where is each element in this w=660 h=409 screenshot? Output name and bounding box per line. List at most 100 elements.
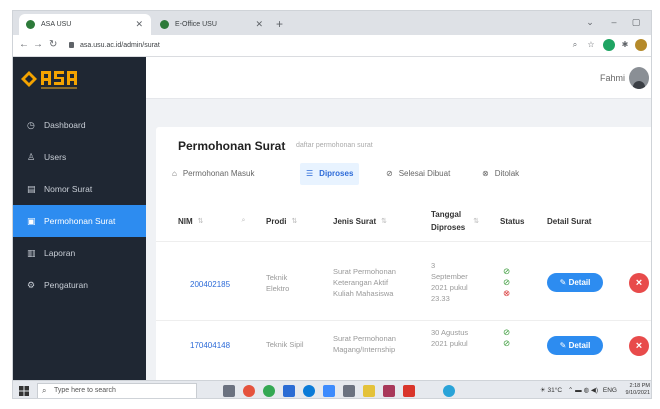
app-icon[interactable] — [443, 385, 455, 397]
edge-icon[interactable] — [303, 385, 315, 397]
browser-window: ASA USU ✕ E-Office USU ✕ + ⌄ – ▢ ← → ↻ a… — [12, 10, 652, 399]
app-icon[interactable] — [323, 385, 335, 397]
reload-icon[interactable]: ↻ — [49, 39, 57, 50]
column-nim[interactable]: NIM ⇅ ⌕ — [178, 201, 258, 241]
process-icon: ☰ — [306, 169, 314, 178]
taskbar: ⌕ Type here to search ☀ 31°C ⌃ ▬ ◍ ◀) ENG… — [13, 380, 651, 398]
sidebar-item-permohonan-surat[interactable]: ▣ Permohonan Surat — [13, 205, 146, 237]
table-row: 200402185 Teknik Elektro Surat Permohona… — [156, 242, 651, 320]
windows-start-icon[interactable] — [19, 386, 29, 396]
delete-button[interactable]: × — [629, 336, 649, 356]
list-icon: ▤ — [27, 184, 36, 194]
search-placeholder: Type here to search — [54, 387, 116, 394]
back-icon[interactable]: ← — [19, 39, 29, 50]
main-content: Permohonan Surat daftar permohonan surat… — [146, 99, 651, 387]
star-icon[interactable]: ☆ — [585, 39, 597, 51]
sidebar: ◷ Dashboard ♙ Users ▤ Nomor Surat ▣ Permohon… — [13, 57, 146, 380]
explorer-icon[interactable] — [363, 385, 375, 397]
sidebar-item-label: Nomor Surat — [44, 184, 93, 194]
status-ok-icon: ⊘ — [503, 277, 511, 287]
column-label: Tanggal Diproses — [431, 208, 465, 234]
firefox-icon[interactable] — [243, 385, 255, 397]
sort-icon[interactable]: ⇅ — [381, 217, 387, 225]
column-label: Detail Surat — [547, 216, 592, 226]
new-tab-button[interactable]: + — [276, 14, 283, 35]
close-icon[interactable]: ✕ — [255, 14, 263, 35]
tab-label: Diproses — [319, 169, 354, 178]
status-ok-icon: ⊘ — [503, 266, 511, 276]
app: ◷ Dashboard ♙ Users ▤ Nomor Surat ▣ Permohon… — [13, 57, 651, 387]
prodi-cell: Teknik Sipil — [266, 339, 304, 350]
close-icon[interactable]: ✕ — [135, 14, 143, 35]
detail-button[interactable]: ✎ Detail — [547, 336, 603, 355]
chrome-icon[interactable] — [263, 385, 275, 397]
sort-icon[interactable]: ⇅ — [198, 217, 204, 225]
zoom-icon[interactable]: ⌕ — [569, 39, 581, 51]
task-view-icon[interactable] — [223, 385, 235, 397]
nim-link[interactable]: 200402185 — [190, 279, 230, 290]
sidebar-item-users[interactable]: ♙ Users — [13, 141, 146, 173]
app-icon[interactable] — [283, 385, 295, 397]
language-indicator[interactable]: ENG — [603, 387, 617, 394]
page-subtitle: daftar permohonan surat — [296, 142, 373, 149]
address-input[interactable]: asa.usu.ac.id/admin/surat — [69, 39, 160, 53]
browser-tab-eoffice[interactable]: E-Office USU ✕ — [153, 14, 271, 35]
column-label-line: Tanggal — [431, 210, 462, 219]
maximize-icon[interactable]: ▢ — [625, 11, 647, 33]
sidebar-menu: ◷ Dashboard ♙ Users ▤ Nomor Surat ▣ Permohon… — [13, 109, 146, 301]
temperature[interactable]: 31°C — [548, 387, 563, 394]
avatar[interactable] — [629, 67, 649, 89]
app-icon[interactable] — [383, 385, 395, 397]
column-prodi[interactable]: Prodi ⇅ — [266, 201, 326, 241]
tab-search-icon[interactable]: ⌄ — [579, 11, 601, 33]
sidebar-item-pengaturan[interactable]: ⚙ Pengaturan — [13, 269, 146, 301]
nim-link[interactable]: 170404148 — [190, 340, 230, 351]
column-label: Jenis Surat — [333, 216, 377, 226]
address-bar-row: ← → ↻ asa.usu.ac.id/admin/surat ⌕ ☆ ✱ — [13, 35, 651, 57]
clock[interactable]: 2:18 PM 9/10/2021 — [626, 383, 650, 397]
sidebar-item-laporan[interactable]: ▥ Laporan — [13, 237, 146, 269]
prodi-cell: Teknik Elektro — [266, 272, 289, 294]
jenis-surat-cell: Surat Permohonan Magang/Internship — [333, 333, 396, 355]
search-icon[interactable]: ⌕ — [242, 217, 246, 225]
column-jenis-surat[interactable]: Jenis Surat ⇅ — [333, 201, 413, 241]
tanggal-line: September — [431, 272, 468, 281]
tray-icons[interactable]: ⌃ ▬ ◍ ◀) — [568, 387, 598, 394]
search-icon: ⌕ — [42, 386, 47, 395]
profile-icon[interactable] — [635, 39, 647, 51]
sort-icon[interactable]: ⇅ — [473, 217, 479, 225]
app-icon[interactable] — [343, 385, 355, 397]
sidebar-item-nomor-surat[interactable]: ▤ Nomor Surat — [13, 173, 146, 205]
detail-button[interactable]: ✎ Detail — [547, 273, 603, 292]
tab-ditolak[interactable]: ⊗ Ditolak — [476, 163, 525, 185]
pdf-icon[interactable] — [403, 385, 415, 397]
jenis-line: Keterangan Aktif — [333, 278, 389, 287]
taskbar-search-input[interactable]: ⌕ Type here to search — [37, 383, 197, 398]
report-icon: ▥ — [27, 248, 36, 258]
tab-selesai-dibuat[interactable]: ⊘ Selesai Dibuat — [380, 163, 456, 185]
user-icon: ♙ — [27, 152, 36, 162]
column-label: Prodi — [266, 216, 287, 226]
tab-diproses[interactable]: ☰ Diproses — [300, 163, 360, 185]
delete-button[interactable]: × — [629, 273, 649, 293]
sidebar-item-dashboard[interactable]: ◷ Dashboard — [13, 109, 146, 141]
browser-tabbar: ASA USU ✕ E-Office USU ✕ + ⌄ – ▢ — [13, 11, 651, 35]
dashboard-icon: ◷ — [27, 120, 35, 130]
forward-icon[interactable]: → — [33, 39, 43, 50]
extension-icon[interactable] — [603, 39, 615, 51]
table-header: NIM ⇅ ⌕ Prodi ⇅ Jenis Surat ⇅ Tanggal Dipros… — [156, 201, 651, 241]
puzzle-icon[interactable]: ✱ — [619, 39, 631, 51]
sort-icon[interactable]: ⇅ — [291, 217, 297, 225]
tab-permohonan-masuk[interactable]: ⌂ Permohonan Masuk — [166, 163, 260, 185]
surat-card: Permohonan Surat daftar permohonan surat… — [156, 127, 651, 387]
clock-date: 9/10/2021 — [625, 390, 650, 396]
tanggal-line: 2021 pukul — [431, 283, 468, 292]
browser-tab-asa[interactable]: ASA USU ✕ — [19, 14, 151, 35]
column-label: Status — [500, 216, 525, 226]
user-name[interactable]: Fahmi — [600, 73, 625, 83]
eoffice-favicon-icon — [160, 20, 169, 29]
column-tanggal-diproses[interactable]: Tanggal Diproses ⇅ — [431, 201, 491, 241]
minimize-icon[interactable]: – — [603, 11, 625, 33]
jenis-line: Surat Permohonan — [333, 267, 396, 276]
tanggal-line: 23.33 — [431, 294, 450, 303]
